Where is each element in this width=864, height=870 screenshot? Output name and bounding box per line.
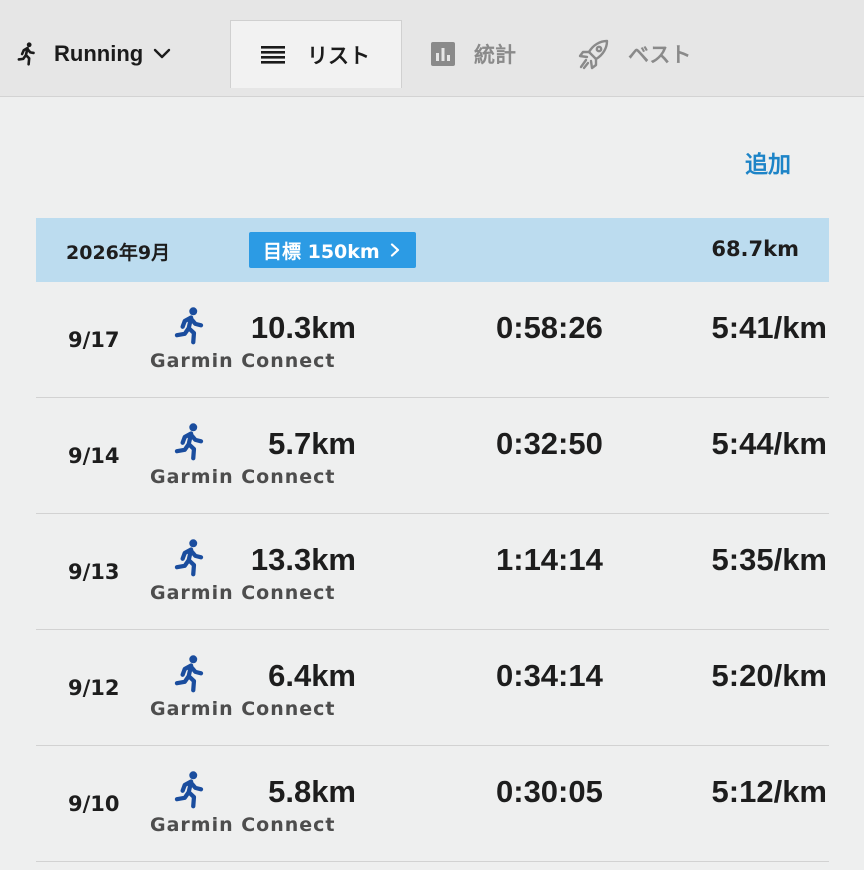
activity-list: 9/17 Garmin Connect 10.3km 0:58:26 5:41/…	[36, 282, 829, 862]
chevron-right-icon	[390, 243, 399, 257]
activity-distance: 5.7km	[268, 426, 356, 461]
activity-source: Garmin Connect	[150, 466, 336, 488]
monthly-goal-button[interactable]: 目標 150km	[249, 232, 416, 268]
activity-duration: 0:32:50	[496, 426, 603, 461]
running-person-icon	[172, 422, 206, 462]
activity-source: Garmin Connect	[150, 350, 336, 372]
sport-label: Running	[54, 41, 144, 66]
activity-date: 9/14	[68, 444, 120, 468]
activity-source: Garmin Connect	[150, 582, 336, 604]
activity-distance: 13.3km	[250, 542, 356, 577]
activity-date: 9/13	[68, 560, 120, 584]
tab-best-label: ベスト	[628, 43, 692, 67]
bar-chart-icon	[431, 42, 455, 66]
chevron-down-icon	[154, 48, 171, 59]
activity-row[interactable]: 9/12 Garmin Connect 6.4km 0:34:14 5:20/k…	[36, 630, 829, 746]
activity-pace: 5:35/km	[711, 542, 827, 577]
activity-date: 9/10	[68, 792, 120, 816]
tab-best[interactable]: ベスト	[576, 20, 716, 88]
top-bar: Running リスト 統計 ベスト	[0, 0, 864, 97]
rocket-icon	[578, 39, 609, 70]
activity-row[interactable]: 9/13 Garmin Connect 13.3km 1:14:14 5:35/…	[36, 514, 829, 630]
activity-pace: 5:41/km	[711, 310, 827, 345]
tab-stats[interactable]: 統計	[430, 20, 540, 88]
tab-list[interactable]: リスト	[230, 20, 402, 88]
activity-row[interactable]: 9/14 Garmin Connect 5.7km 0:32:50 5:44/k…	[36, 398, 829, 514]
activity-duration: 0:34:14	[496, 658, 603, 693]
activity-duration: 0:30:05	[496, 774, 603, 809]
activity-distance: 5.8km	[268, 774, 356, 809]
running-person-icon	[172, 538, 206, 578]
activity-distance: 10.3km	[250, 310, 356, 345]
tab-stats-label: 統計	[474, 43, 516, 67]
activity-duration: 0:58:26	[496, 310, 603, 345]
activity-pace: 5:44/km	[711, 426, 827, 461]
running-person-icon	[17, 42, 35, 66]
activity-pace: 5:12/km	[711, 774, 827, 809]
activity-pace: 5:20/km	[711, 658, 827, 693]
activity-row[interactable]: 9/10 Garmin Connect 5.8km 0:30:05 5:12/k…	[36, 746, 829, 862]
tab-list-label: リスト	[307, 43, 370, 68]
activity-date: 9/17	[68, 328, 120, 352]
activity-source: Garmin Connect	[150, 698, 336, 720]
running-person-icon	[172, 654, 206, 694]
month-header: 2026年9月 目標 150km 68.7km	[36, 218, 829, 282]
month-label: 2026年9月	[66, 242, 171, 264]
activity-row[interactable]: 9/17 Garmin Connect 10.3km 0:58:26 5:41/…	[36, 282, 829, 398]
month-total-distance: 68.7km	[711, 237, 799, 261]
sport-selector[interactable]: Running	[14, 36, 171, 72]
activity-date: 9/12	[68, 676, 120, 700]
running-person-icon	[172, 770, 206, 810]
add-button[interactable]: 追加	[745, 145, 791, 179]
activity-duration: 1:14:14	[496, 542, 603, 577]
activity-source: Garmin Connect	[150, 814, 336, 836]
goal-label: 目標 150km	[263, 240, 380, 263]
running-person-icon	[172, 306, 206, 346]
activity-distance: 6.4km	[268, 658, 356, 693]
list-icon	[261, 45, 285, 64]
